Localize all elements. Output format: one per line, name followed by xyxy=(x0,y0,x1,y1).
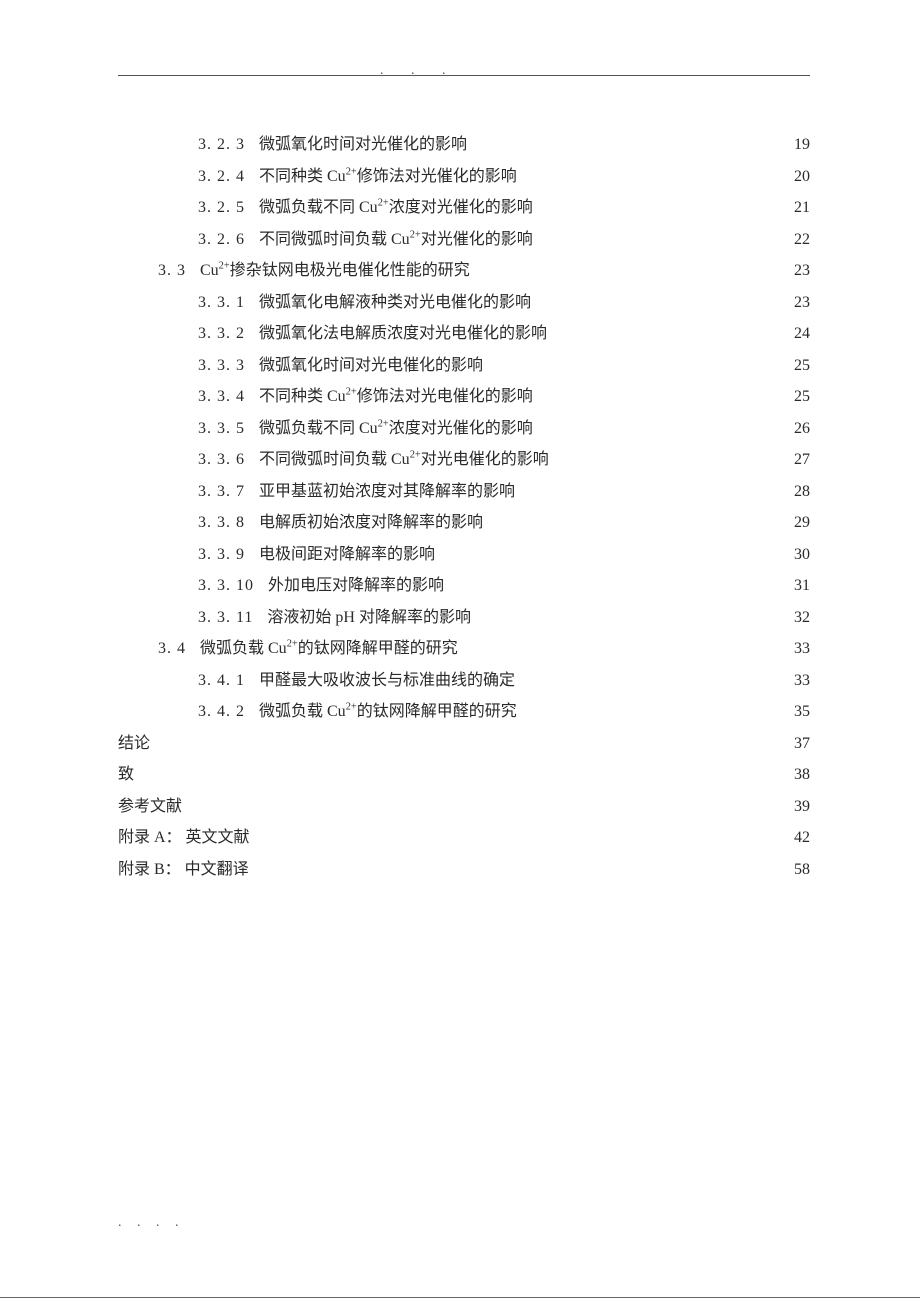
toc-title: 不同种类 Cu2+修饰法对光催化的影响 xyxy=(259,165,517,189)
toc-title: 附录 B： 中文翻译 xyxy=(118,858,249,882)
toc-number: 3. 2. 6 xyxy=(198,228,245,252)
toc-title: 微弧氧化时间对光电催化的影响 xyxy=(259,354,483,378)
toc-page: 35 xyxy=(788,700,810,724)
toc-title: 亚甲基蓝初始浓度对其降解率的影响 xyxy=(259,480,515,504)
toc-title: 微弧氧化时间对光催化的影响 xyxy=(259,133,467,157)
toc-number: 3. 3. 3 xyxy=(198,354,245,378)
toc-page: 28 xyxy=(788,480,810,504)
toc-page: 32 xyxy=(788,606,810,630)
toc-page: 19 xyxy=(788,133,810,157)
toc-row: 参考文献 39 xyxy=(118,795,810,819)
toc-page: 37 xyxy=(788,732,810,756)
toc-page: 29 xyxy=(788,511,810,535)
toc-number: 3. 3. 7 xyxy=(198,480,245,504)
toc-row: 附录 A： 英文文献 42 xyxy=(118,826,810,850)
toc-number: 3. 3. 11 xyxy=(198,606,253,630)
footer-rule xyxy=(0,1297,920,1298)
toc-title: 溶液初始 pH 对降解率的影响 xyxy=(267,606,471,630)
toc-row: 3. 2. 3 微弧氧化时间对光催化的影响 19 xyxy=(118,133,810,157)
toc-page: 38 xyxy=(788,763,810,787)
toc-number: 3. 3. 8 xyxy=(198,511,245,535)
toc-row: 致 38 xyxy=(118,763,810,787)
toc-page: 39 xyxy=(788,795,810,819)
toc-page: 27 xyxy=(788,448,810,472)
toc-title: 电极间距对降解率的影响 xyxy=(259,543,435,567)
header-rule xyxy=(118,75,810,76)
toc-number: 3. 2. 3 xyxy=(198,133,245,157)
toc-page: 31 xyxy=(788,574,810,598)
toc-row: 3. 4. 2 微弧负载 Cu2+的钛网降解甲醛的研究 35 xyxy=(118,700,810,724)
toc-row: 3. 3. 3 微弧氧化时间对光电催化的影响 25 xyxy=(118,354,810,378)
toc-title: Cu2+掺杂钛网电极光电催化性能的研究 xyxy=(200,259,470,283)
header-ellipsis: . . . xyxy=(380,60,458,81)
toc-row: 3. 2. 6 不同微弧时间负载 Cu2+对光催化的影响 22 xyxy=(118,228,810,252)
toc-title: 微弧氧化电解液种类对光电催化的影响 xyxy=(259,291,531,315)
table-of-contents: 3. 2. 3 微弧氧化时间对光催化的影响 19 3. 2. 4 不同种类 Cu2+修饰… xyxy=(118,133,810,889)
toc-page: 26 xyxy=(788,417,810,441)
toc-title: 电解质初始浓度对降解率的影响 xyxy=(259,511,483,535)
toc-page: 23 xyxy=(788,291,810,315)
toc-row: 结论 37 xyxy=(118,732,810,756)
toc-title: 致 xyxy=(118,763,134,787)
toc-row: 3. 3. 11 溶液初始 pH 对降解率的影响 32 xyxy=(118,606,810,630)
toc-row: 3. 3. 8 电解质初始浓度对降解率的影响 29 xyxy=(118,511,810,535)
toc-page: 24 xyxy=(788,322,810,346)
toc-number: 3. 3. 9 xyxy=(198,543,245,567)
toc-page: 33 xyxy=(788,637,810,661)
toc-row: 3. 3. 6 不同微弧时间负载 Cu2+对光电催化的影响 27 xyxy=(118,448,810,472)
toc-title: 微弧负载不同 Cu2+浓度对光催化的影响 xyxy=(259,417,533,441)
footer-ellipsis: . . . . xyxy=(118,1212,185,1233)
toc-title: 外加电压对降解率的影响 xyxy=(268,574,444,598)
toc-row: 3. 2. 4 不同种类 Cu2+修饰法对光催化的影响 20 xyxy=(118,165,810,189)
toc-row: 3. 3. 10 外加电压对降解率的影响 31 xyxy=(118,574,810,598)
toc-row: 3. 3. 5 微弧负载不同 Cu2+浓度对光催化的影响 26 xyxy=(118,417,810,441)
toc-page: 23 xyxy=(788,259,810,283)
toc-title: 微弧氧化法电解质浓度对光电催化的影响 xyxy=(259,322,547,346)
toc-row: 附录 B： 中文翻译 58 xyxy=(118,858,810,882)
toc-title: 不同微弧时间负载 Cu2+对光催化的影响 xyxy=(259,228,533,252)
toc-page: 21 xyxy=(788,196,810,220)
toc-number: 3. 3. 4 xyxy=(198,385,245,409)
page: . . . 3. 2. 3 微弧氧化时间对光催化的影响 19 3. 2. 4 不同种类 … xyxy=(0,0,920,1303)
toc-page: 30 xyxy=(788,543,810,567)
toc-number: 3. 3. 6 xyxy=(198,448,245,472)
toc-row: 3. 2. 5 微弧负载不同 Cu2+浓度对光催化的影响 21 xyxy=(118,196,810,220)
toc-title: 微弧负载 Cu2+的钛网降解甲醛的研究 xyxy=(200,637,458,661)
toc-number: 3. 3. 5 xyxy=(198,417,245,441)
toc-title: 结论 xyxy=(118,732,150,756)
toc-number: 3. 3. 2 xyxy=(198,322,245,346)
toc-row: 3. 4 微弧负载 Cu2+的钛网降解甲醛的研究 33 xyxy=(118,637,810,661)
toc-title: 微弧负载不同 Cu2+浓度对光催化的影响 xyxy=(259,196,533,220)
toc-title: 不同种类 Cu2+修饰法对光电催化的影响 xyxy=(259,385,533,409)
toc-page: 20 xyxy=(788,165,810,189)
toc-title: 微弧负载 Cu2+的钛网降解甲醛的研究 xyxy=(259,700,517,724)
toc-page: 42 xyxy=(788,826,810,850)
toc-number: 3. 3. 10 xyxy=(198,574,254,598)
toc-title: 不同微弧时间负载 Cu2+对光电催化的影响 xyxy=(259,448,549,472)
toc-row: 3. 3. 1 微弧氧化电解液种类对光电催化的影响 23 xyxy=(118,291,810,315)
toc-row: 3. 3. 7 亚甲基蓝初始浓度对其降解率的影响 28 xyxy=(118,480,810,504)
toc-row: 3. 4. 1 甲醛最大吸收波长与标准曲线的确定 33 xyxy=(118,669,810,693)
toc-page: 25 xyxy=(788,385,810,409)
toc-row: 3. 3. 9 电极间距对降解率的影响 30 xyxy=(118,543,810,567)
toc-number: 3. 3 xyxy=(158,259,186,283)
toc-number: 3. 2. 4 xyxy=(198,165,245,189)
toc-title: 参考文献 xyxy=(118,795,182,819)
toc-number: 3. 3. 1 xyxy=(198,291,245,315)
toc-page: 22 xyxy=(788,228,810,252)
toc-row: 3. 3. 4 不同种类 Cu2+修饰法对光电催化的影响 25 xyxy=(118,385,810,409)
toc-row: 3. 3. 2 微弧氧化法电解质浓度对光电催化的影响 24 xyxy=(118,322,810,346)
toc-page: 25 xyxy=(788,354,810,378)
toc-number: 3. 2. 5 xyxy=(198,196,245,220)
toc-page: 58 xyxy=(788,858,810,882)
toc-page: 33 xyxy=(788,669,810,693)
toc-number: 3. 4. 1 xyxy=(198,669,245,693)
toc-number: 3. 4 xyxy=(158,637,186,661)
toc-title: 附录 A： 英文文献 xyxy=(118,826,250,850)
toc-row: 3. 3 Cu2+掺杂钛网电极光电催化性能的研究 23 xyxy=(118,259,810,283)
toc-number: 3. 4. 2 xyxy=(198,700,245,724)
toc-title: 甲醛最大吸收波长与标准曲线的确定 xyxy=(259,669,515,693)
